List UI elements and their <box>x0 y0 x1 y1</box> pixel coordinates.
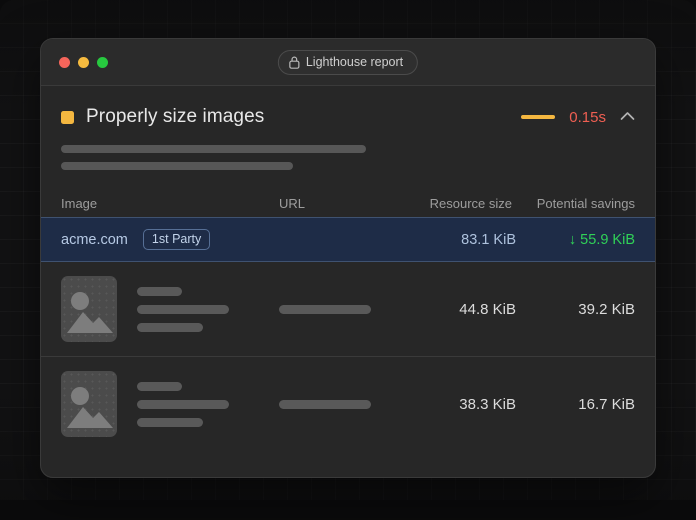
row-image-cell <box>61 276 279 342</box>
audit-header-right: 0.15s <box>521 108 635 126</box>
row-title-placeholder <box>137 381 229 427</box>
column-header-resource-size: Resource size <box>429 195 512 211</box>
summary-resource-size: 83.1 KiB <box>461 231 516 248</box>
placeholder-line <box>137 322 203 332</box>
audit-title-row[interactable]: Properly size images 0.15s <box>61 104 635 130</box>
audit-severity-square-icon <box>61 110 74 124</box>
table-row[interactable]: 38.3 KiB 16.7 KiB <box>41 357 655 451</box>
chevron-up-icon[interactable] <box>620 108 635 126</box>
address-bar-label: Lighthouse report <box>305 55 404 69</box>
origin-host-label: acme.com <box>61 231 128 248</box>
placeholder-line <box>137 381 182 391</box>
row-url-cell <box>279 399 391 409</box>
maximize-window-button[interactable] <box>97 56 108 68</box>
image-placeholder-icon <box>61 371 117 437</box>
audit-metric-value: 0.15s <box>569 108 606 126</box>
placeholder-line <box>61 145 366 153</box>
placeholder-line <box>279 399 371 409</box>
row-url-cell <box>279 304 391 314</box>
row-potential-savings: 16.7 KiB <box>578 395 635 413</box>
audit-sparkline-indicator <box>521 115 556 119</box>
row-resource-size: 44.8 KiB <box>459 300 516 318</box>
summary-origin-cell: acme.com 1st Party <box>61 228 279 251</box>
party-badge: 1st Party <box>142 228 211 251</box>
traffic-light-buttons <box>59 56 108 68</box>
audit-results-table: Image URL Resource size Potential saving… <box>41 189 655 451</box>
placeholder-line <box>279 304 371 314</box>
placeholder-line <box>137 286 182 296</box>
placeholder-line <box>137 399 229 409</box>
minimize-window-button[interactable] <box>78 56 89 68</box>
lock-icon <box>289 56 300 69</box>
placeholder-line <box>137 417 203 427</box>
row-image-cell <box>61 371 279 437</box>
table-row[interactable]: 44.8 KiB 39.2 KiB <box>41 262 655 356</box>
audit-title: Properly size images <box>86 106 265 127</box>
table-header-row: Image URL Resource size Potential saving… <box>41 189 655 217</box>
placeholder-line <box>61 162 293 170</box>
audit-header: Properly size images 0.15s <box>41 86 655 170</box>
summary-potential-savings: ↓ 55.9 KiB <box>568 231 635 248</box>
placeholder-line <box>137 304 229 314</box>
row-resource-size: 38.3 KiB <box>459 395 516 413</box>
close-window-button[interactable] <box>59 56 70 68</box>
table-summary-row[interactable]: acme.com 1st Party 83.1 KiB ↓ 55.9 KiB <box>41 217 655 262</box>
image-placeholder-icon <box>61 276 117 342</box>
audit-description-placeholder <box>61 145 635 170</box>
column-header-potential-savings: Potential savings <box>536 195 635 211</box>
browser-window: Lighthouse report Properly size images 0… <box>40 38 656 478</box>
row-title-placeholder <box>137 286 229 332</box>
column-header-image: Image <box>61 195 98 211</box>
window-titlebar: Lighthouse report <box>41 39 655 86</box>
column-header-url: URL <box>279 195 306 211</box>
address-bar[interactable]: Lighthouse report <box>277 49 419 75</box>
row-potential-savings: 39.2 KiB <box>578 300 635 318</box>
